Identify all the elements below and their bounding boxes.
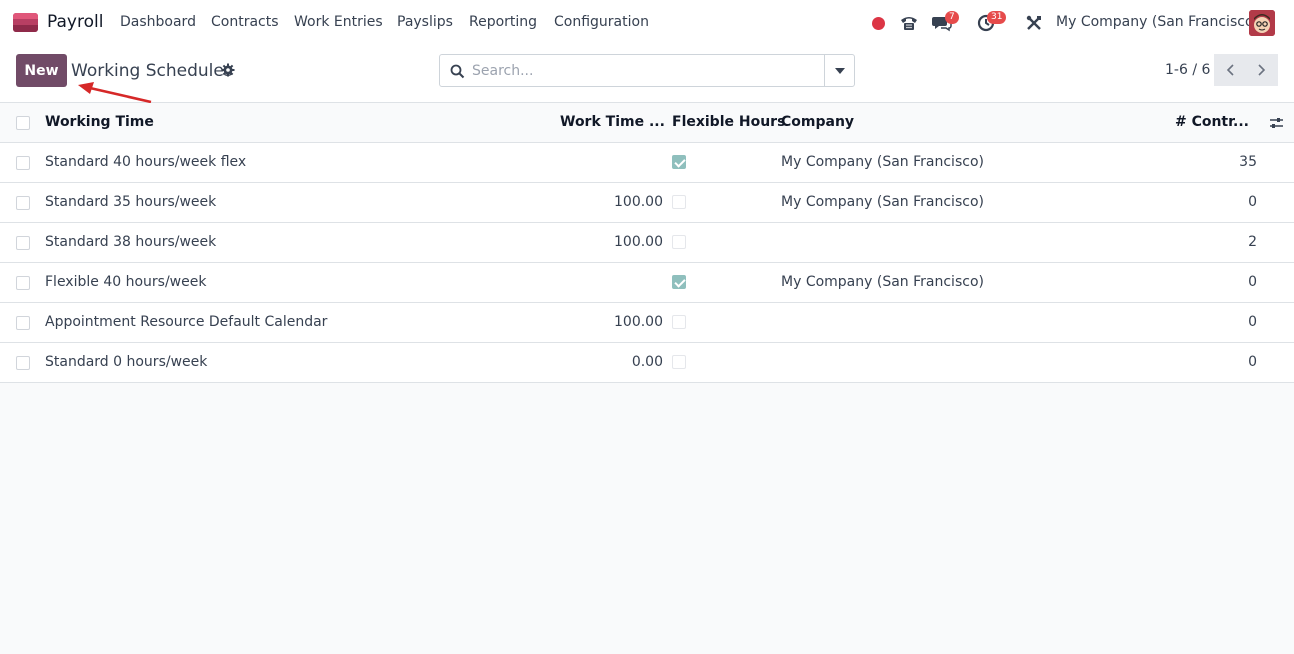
cell-contracts: 0	[1248, 194, 1257, 210]
select-all-checkbox[interactable]	[16, 116, 30, 130]
row-checkbox[interactable]	[16, 236, 30, 250]
control-panel: New Working Schedules 1-6 / 6	[0, 46, 1294, 103]
column-header-flexible-hours[interactable]: Flexible Hours	[672, 103, 785, 142]
pager-previous-button[interactable]	[1214, 54, 1246, 86]
recording-dot-icon[interactable]	[872, 17, 885, 30]
row-checkbox[interactable]	[16, 156, 30, 170]
gear-icon[interactable]	[221, 63, 235, 77]
flexible-hours-checkbox	[672, 275, 686, 289]
table-row[interactable]: Standard 38 hours/week 100.00 2	[0, 223, 1294, 263]
flexible-hours-checkbox	[672, 315, 686, 329]
chevron-down-icon	[834, 67, 845, 74]
pager-value[interactable]: 1-6 / 6	[1165, 62, 1210, 78]
flexible-hours-checkbox	[672, 195, 686, 209]
avatar[interactable]	[1249, 10, 1275, 36]
search-bar	[439, 54, 855, 87]
search-input[interactable]	[472, 61, 812, 81]
cell-contracts: 2	[1248, 234, 1257, 250]
cell-working-time[interactable]: Appointment Resource Default Calendar	[45, 303, 327, 342]
table-row[interactable]: Standard 35 hours/week 100.00 My Company (…	[0, 183, 1294, 223]
menu-configuration[interactable]: Configuration	[554, 14, 649, 30]
flexible-hours-checkbox	[672, 235, 686, 249]
row-checkbox[interactable]	[16, 356, 30, 370]
payroll-app-icon[interactable]	[13, 13, 38, 32]
messages-badge: 7	[945, 11, 959, 24]
search-options-toggle[interactable]	[824, 55, 854, 86]
cell-company: My Company (San Francisco)	[781, 274, 984, 290]
row-checkbox[interactable]	[16, 276, 30, 290]
menu-work-entries[interactable]: Work Entries	[294, 14, 383, 30]
table-row[interactable]: Standard 0 hours/week 0.00 0	[0, 343, 1294, 383]
menu-reporting[interactable]: Reporting	[469, 14, 537, 30]
cell-contracts: 0	[1248, 354, 1257, 370]
activities-badge: 31	[987, 11, 1007, 24]
cell-working-time[interactable]: Standard 38 hours/week	[45, 223, 216, 262]
column-header-company[interactable]: Company	[781, 103, 854, 142]
table-row[interactable]: Appointment Resource Default Calendar 100…	[0, 303, 1294, 343]
chevron-right-icon	[1258, 64, 1266, 76]
company-switcher[interactable]: My Company (San Francisco)	[1056, 14, 1259, 30]
cell-contracts: 0	[1248, 314, 1257, 330]
cell-contracts: 0	[1248, 274, 1257, 290]
menu-dashboard[interactable]: Dashboard	[120, 14, 196, 30]
tools-icon[interactable]	[1025, 14, 1043, 32]
page-title: Working Schedules	[71, 61, 233, 81]
app-name[interactable]: Payroll	[47, 12, 103, 32]
optional-columns-icon[interactable]	[1269, 116, 1284, 130]
cell-working-time[interactable]: Standard 40 hours/week flex	[45, 143, 246, 182]
row-checkbox[interactable]	[16, 196, 30, 210]
cell-working-time[interactable]: Standard 0 hours/week	[45, 343, 207, 382]
search-icon	[450, 64, 465, 79]
cell-work-time	[560, 263, 663, 302]
cell-work-time: 100.00	[614, 314, 663, 330]
cell-working-time[interactable]: Standard 35 hours/week	[45, 183, 216, 222]
table-row[interactable]: Standard 40 hours/week flex My Company (S…	[0, 143, 1294, 183]
menu-payslips[interactable]: Payslips	[397, 14, 453, 30]
column-header-contracts[interactable]: # Contr...	[1150, 103, 1249, 142]
cell-contracts: 35	[1239, 154, 1257, 170]
cell-company: My Company (San Francisco)	[781, 194, 984, 210]
phone-icon[interactable]	[899, 13, 919, 33]
flexible-hours-checkbox	[672, 355, 686, 369]
menu-contracts[interactable]: Contracts	[211, 14, 279, 30]
new-button[interactable]: New	[16, 54, 67, 87]
cell-work-time: 0.00	[631, 354, 663, 370]
table-row[interactable]: Flexible 40 hours/week My Company (San Fr…	[0, 263, 1294, 303]
table-header: Working Time Work Time ... Flexible Hour…	[0, 103, 1294, 143]
column-header-working-time[interactable]: Working Time	[45, 103, 154, 142]
cell-company: My Company (San Francisco)	[781, 154, 984, 170]
cell-work-time: 100.00	[614, 194, 663, 210]
cell-working-time[interactable]: Flexible 40 hours/week	[45, 263, 206, 302]
pager-next-button[interactable]	[1246, 54, 1278, 86]
top-navbar: Payroll Dashboard Contracts Work Entries…	[0, 0, 1294, 46]
list-view: Working Time Work Time ... Flexible Hour…	[0, 103, 1294, 383]
flexible-hours-checkbox	[672, 155, 686, 169]
cell-work-time: 100.00	[614, 234, 663, 250]
cell-work-time	[560, 143, 663, 182]
chevron-left-icon	[1226, 64, 1234, 76]
column-header-work-time[interactable]: Work Time ...	[560, 103, 665, 142]
row-checkbox[interactable]	[16, 316, 30, 330]
